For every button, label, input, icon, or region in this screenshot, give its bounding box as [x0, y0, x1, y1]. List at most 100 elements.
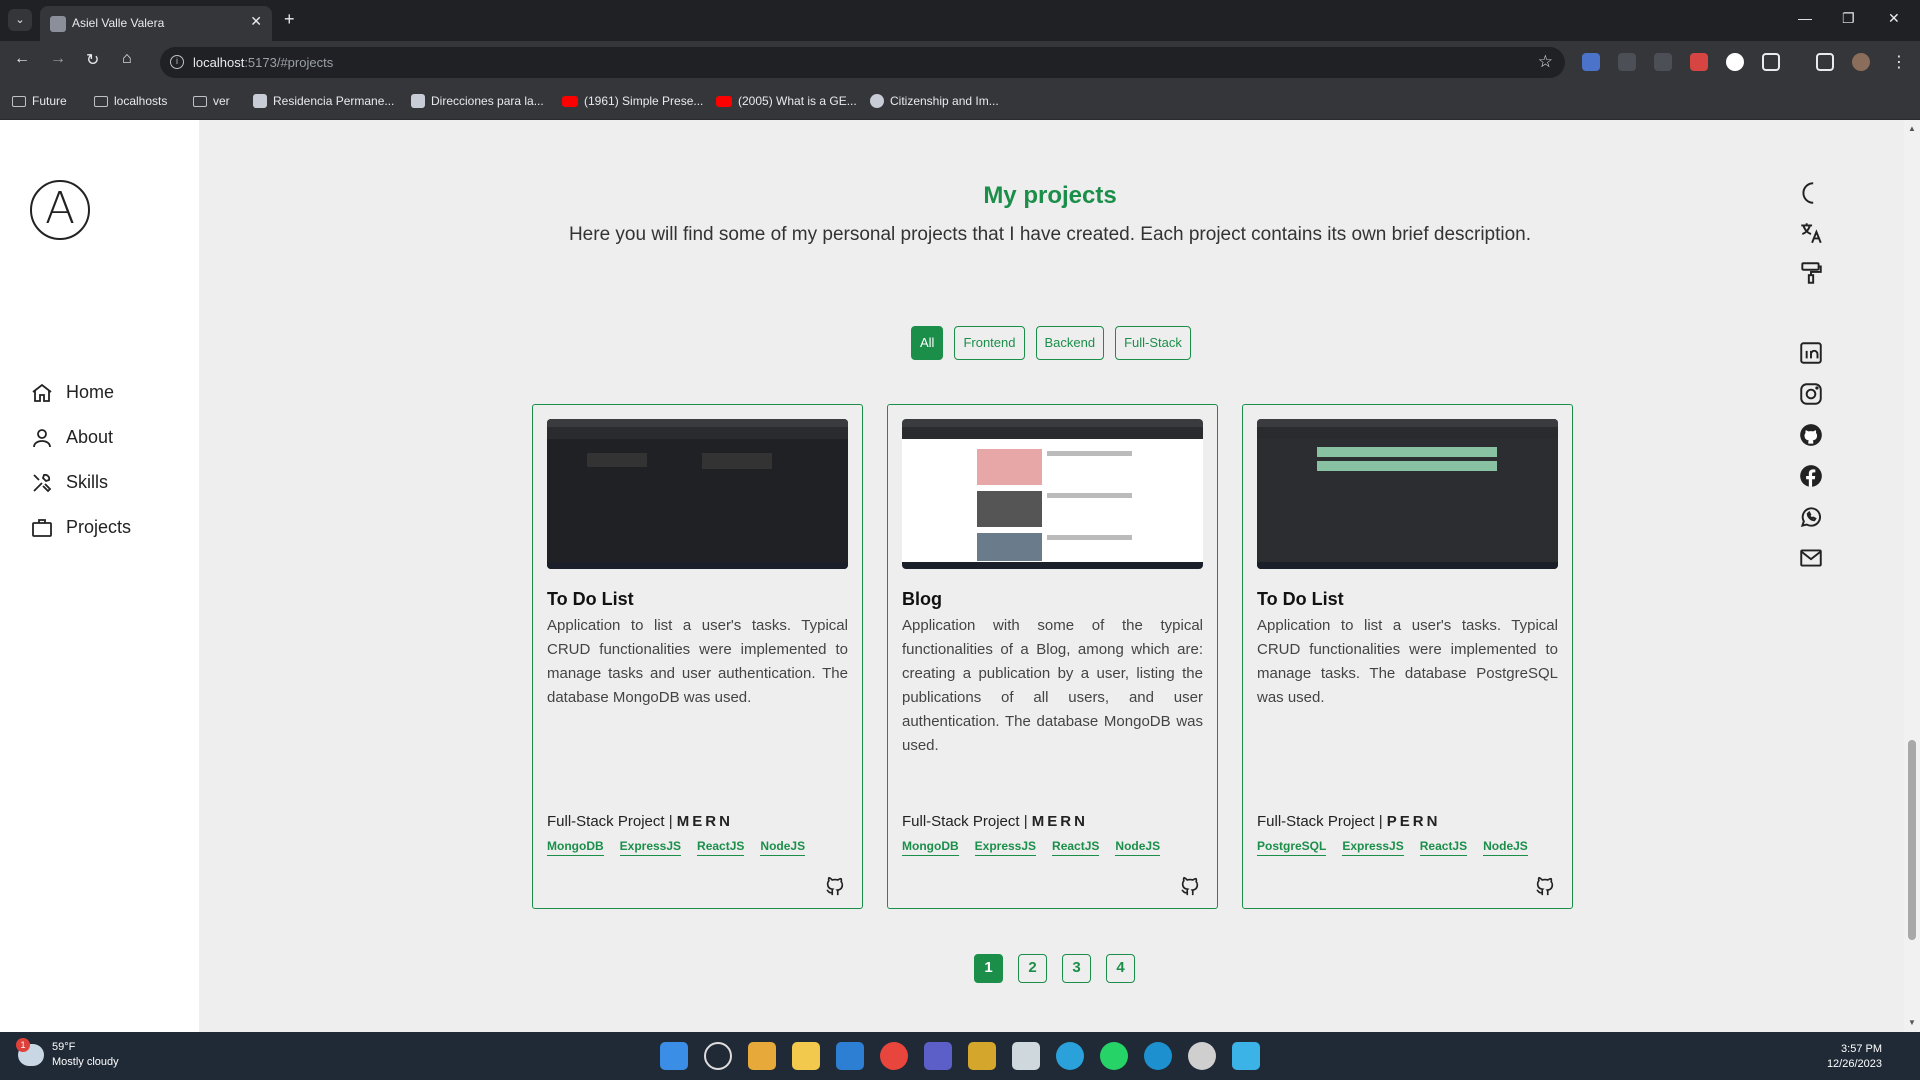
sidebar-item-skills[interactable]: Skills [30, 460, 131, 505]
telegram-icon[interactable] [1056, 1042, 1084, 1070]
bookmark-item[interactable]: Residencia Permane... [253, 94, 394, 108]
teams-icon[interactable] [924, 1042, 952, 1070]
bookmark-item[interactable]: localhosts [94, 94, 167, 108]
notepad-icon[interactable] [1232, 1042, 1260, 1070]
tech-link[interactable]: ExpressJS [619, 839, 682, 856]
bookmark-item[interactable]: (1961) Simple Prese... [562, 94, 703, 108]
tech-link[interactable]: MongoDB [902, 839, 959, 856]
translate-icon[interactable] [1798, 220, 1824, 246]
extensions-puzzle-icon[interactable] [1762, 53, 1780, 71]
new-tab-icon[interactable]: + [284, 9, 295, 30]
tech-link[interactable]: ReactJS [1419, 839, 1468, 856]
bookmark-item[interactable]: (2005) What is a GE... [716, 94, 857, 108]
tech-link[interactable]: ExpressJS [1342, 839, 1404, 856]
sidebar-item-home[interactable]: Home [30, 370, 131, 415]
filter-fullstack-button[interactable]: Full-Stack [1115, 326, 1191, 360]
tech-link[interactable]: NodeJS [1115, 839, 1161, 856]
taskbar-clock[interactable]: 3:57 PM 12/26/2023 [1827, 1042, 1882, 1072]
whatsapp-icon[interactable] [1798, 504, 1824, 530]
paint-roller-icon[interactable] [1798, 260, 1824, 286]
weather-widget[interactable]: 1 59°F Mostly cloudy [16, 1038, 119, 1070]
address-url[interactable]: localhost:5173/#projects [193, 55, 333, 70]
close-window-icon[interactable]: ✕ [1888, 10, 1900, 27]
filter-all-button[interactable]: All [911, 326, 944, 360]
linkedin-icon[interactable] [1798, 340, 1824, 366]
bookmark-item[interactable]: ver [193, 94, 230, 108]
profile-avatar[interactable] [1852, 53, 1870, 71]
taskbar-apps [660, 1042, 1260, 1070]
address-bar[interactable]: i localhost:5173/#projects ☆ [160, 47, 1565, 78]
back-icon[interactable]: ← [14, 50, 30, 68]
file-explorer-icon[interactable] [792, 1042, 820, 1070]
calculator-icon[interactable] [1012, 1042, 1040, 1070]
tech-link[interactable]: ReactJS [1052, 839, 1100, 856]
github-repo-icon[interactable] [824, 875, 846, 897]
vscode-icon[interactable] [836, 1042, 864, 1070]
bookmark-item[interactable]: Direcciones para la... [411, 94, 544, 108]
forward-icon[interactable]: → [50, 50, 66, 68]
tech-link[interactable]: ExpressJS [974, 839, 1037, 856]
project-card: To Do List Application to list a user's … [532, 404, 863, 909]
search-icon[interactable] [704, 1042, 732, 1070]
page-scrollbar[interactable]: ▲ ▼ [1904, 120, 1920, 1032]
tech-link[interactable]: PostgreSQL [1257, 839, 1327, 856]
page-button[interactable]: 1 [974, 954, 1003, 983]
home-browser-icon[interactable]: ⌂ [122, 50, 132, 68]
github-repo-icon[interactable] [1179, 875, 1201, 897]
tech-link[interactable]: MongoDB [547, 839, 604, 856]
extension-icon[interactable] [1726, 53, 1744, 71]
filter-frontend-button[interactable]: Frontend [954, 326, 1025, 360]
project-screenshot [547, 419, 848, 569]
git-icon[interactable] [968, 1042, 996, 1070]
browser-tab[interactable]: Asiel Valle Valera ✕ [40, 6, 272, 41]
reload-icon[interactable]: ↻ [86, 50, 99, 70]
restore-icon[interactable]: ❐ [1842, 10, 1855, 27]
translate-extension-icon[interactable] [1582, 53, 1600, 71]
page-button[interactable]: 3 [1062, 954, 1091, 983]
tech-link[interactable]: ReactJS [697, 839, 745, 856]
scroll-down-icon[interactable]: ▼ [1908, 1018, 1916, 1027]
page-button[interactable]: 2 [1018, 954, 1047, 983]
tab-close-icon[interactable]: ✕ [250, 13, 262, 30]
extension-icon[interactable] [1654, 53, 1672, 71]
logo[interactable]: A [30, 180, 90, 240]
tech-link[interactable]: NodeJS [1483, 839, 1528, 856]
mail-icon[interactable] [1798, 545, 1824, 571]
sidebar-item-projects[interactable]: Projects [30, 505, 131, 550]
browser-menu-icon[interactable]: ⋮ [1891, 52, 1907, 72]
moon-icon[interactable] [1798, 180, 1824, 206]
scrollbar-thumb[interactable] [1908, 740, 1916, 940]
bookmark-item[interactable]: Future [12, 94, 67, 108]
copilot-icon[interactable] [748, 1042, 776, 1070]
bookmark-star-icon[interactable]: ☆ [1538, 52, 1553, 72]
sidebar-item-about[interactable]: About [30, 415, 131, 460]
whatsapp-app-icon[interactable] [1100, 1042, 1128, 1070]
clock-time: 3:57 PM [1841, 1043, 1882, 1055]
weather-temperature: 59°F [52, 1041, 76, 1053]
minimize-icon[interactable]: — [1798, 10, 1812, 26]
extension-icon[interactable] [1618, 53, 1636, 71]
site-info-icon[interactable]: i [170, 55, 184, 69]
cloud-icon: 1 [16, 1038, 44, 1066]
extension-icon[interactable] [1690, 53, 1708, 71]
page-button[interactable]: 4 [1106, 954, 1135, 983]
project-description: Application with some of the typical fun… [902, 617, 1203, 754]
facebook-icon[interactable] [1798, 463, 1824, 489]
tab-search-icon[interactable]: ⌄ [8, 9, 32, 31]
instagram-icon[interactable] [1798, 381, 1824, 407]
docker-icon[interactable] [1144, 1042, 1172, 1070]
project-techs: MongoDB ExpressJS ReactJS NodeJS [547, 839, 806, 856]
chrome-icon[interactable] [880, 1042, 908, 1070]
side-panel-icon[interactable] [1816, 53, 1834, 71]
windows-start-icon[interactable] [660, 1042, 688, 1070]
github-repo-icon[interactable] [1534, 875, 1556, 897]
youtube-icon [562, 95, 578, 107]
scroll-up-icon[interactable]: ▲ [1908, 124, 1916, 133]
weather-condition: Mostly cloudy [52, 1056, 119, 1068]
windows-taskbar: 1 59°F Mostly cloudy 3:57 PM 12/26/2023 [0, 1032, 1920, 1080]
bookmark-item[interactable]: Citizenship and Im... [870, 94, 999, 108]
filter-backend-button[interactable]: Backend [1035, 326, 1105, 360]
tech-link[interactable]: NodeJS [760, 839, 806, 856]
github-icon[interactable] [1798, 422, 1824, 448]
clock-app-icon[interactable] [1188, 1042, 1216, 1070]
